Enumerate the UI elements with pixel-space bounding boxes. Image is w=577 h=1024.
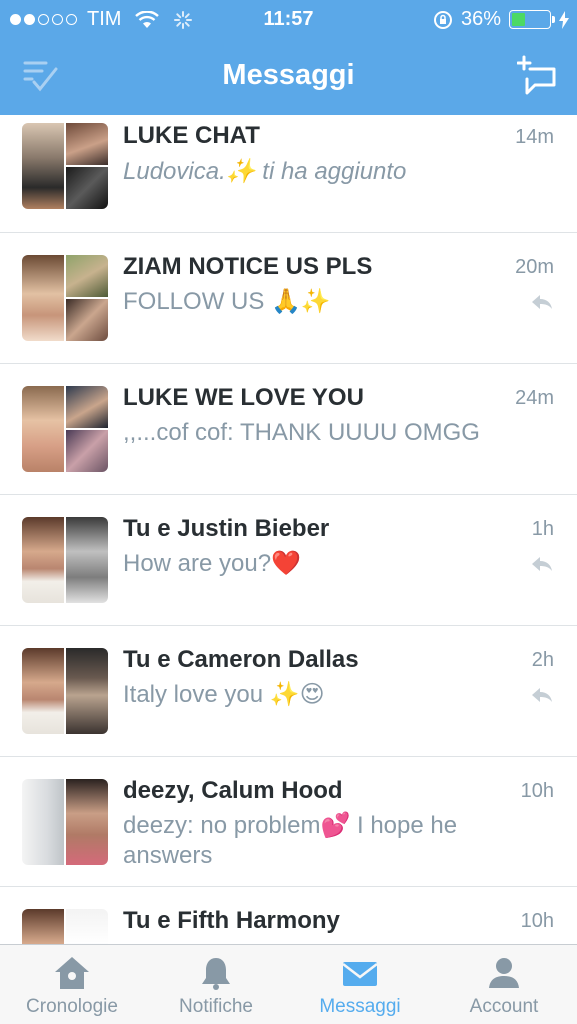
conversation-list[interactable]: LUKE CHAT 14m Ludovica.✨ ti ha aggiunto …	[0, 115, 577, 944]
envelope-icon	[342, 962, 378, 986]
conversation-time: 14m	[515, 126, 554, 148]
tab-account[interactable]: Account	[432, 945, 576, 1024]
tab-label: Cronologie	[26, 996, 118, 1017]
reply-icon	[532, 688, 552, 702]
user-avatars	[22, 779, 108, 865]
nav-bar: Messaggi	[0, 40, 577, 115]
bell-icon	[202, 958, 230, 990]
page-title: Messaggi	[222, 59, 355, 91]
status-right: 36%	[433, 8, 569, 31]
conversation-title: Tu e Justin Bieber	[123, 515, 330, 542]
header: TIM 11:57 36% Messaggi	[0, 0, 577, 115]
new-message-icon[interactable]	[517, 55, 557, 97]
conversation-title: ZIAM NOTICE US PLS	[123, 253, 373, 280]
conversation-title: LUKE WE LOVE YOU	[123, 384, 364, 411]
conversation-title: deezy, Calum Hood	[123, 777, 343, 804]
conversation-time: 24m	[515, 387, 554, 409]
home-icon	[55, 957, 89, 989]
conversation-row[interactable]: Tu e Fifth Harmony 10h	[0, 887, 577, 944]
tab-label: Messaggi	[319, 996, 401, 1017]
conversation-preview: How are you?❤️	[123, 550, 301, 577]
tab-messaggi[interactable]: Messaggi	[288, 945, 432, 1024]
group-avatar	[22, 123, 108, 209]
conversation-time: 1h	[531, 518, 554, 540]
conversation-time: 10h	[520, 910, 554, 932]
conversation-title: Tu e Cameron Dallas	[123, 646, 359, 673]
conversation-row[interactable]: LUKE WE LOVE YOU 24m ,,...cof cof: THANK…	[0, 364, 577, 495]
charging-bolt-icon	[559, 10, 569, 29]
tab-bar: Cronologie Notifiche Messaggi Account	[0, 944, 577, 1024]
tab-label: Notifiche	[179, 996, 253, 1017]
conversation-preview: deezy: no problem💕 I hope he answers	[123, 812, 458, 869]
user-avatars	[22, 648, 108, 734]
conversation-row[interactable]: Tu e Cameron Dallas 2h Italy love you ✨😍	[0, 626, 577, 757]
conversation-time: 20m	[515, 256, 554, 278]
conversation-preview: Italy love you ✨😍	[123, 681, 325, 708]
conversation-preview: FOLLOW US 🙏✨	[123, 288, 331, 315]
conversation-row[interactable]: ZIAM NOTICE US PLS 20m FOLLOW US 🙏✨	[0, 233, 577, 364]
group-avatar	[22, 255, 108, 341]
person-icon	[489, 958, 519, 988]
tab-cronologie[interactable]: Cronologie	[0, 945, 144, 1024]
conversation-time: 2h	[531, 649, 554, 671]
conversation-row[interactable]: Tu e Justin Bieber 1h How are you?❤️	[0, 495, 577, 626]
rotation-lock-icon	[433, 10, 452, 29]
conversation-title: Tu e Fifth Harmony	[123, 907, 340, 934]
reply-icon	[532, 295, 552, 309]
conversation-preview: Ludovica.✨ ti ha aggiunto	[123, 158, 407, 185]
conversation-row[interactable]: LUKE CHAT 14m Ludovica.✨ ti ha aggiunto	[0, 115, 577, 233]
group-avatar	[22, 386, 108, 472]
user-avatars	[22, 517, 108, 603]
battery-percent: 36%	[460, 8, 501, 30]
conversation-time: 10h	[520, 780, 554, 802]
tab-notifiche[interactable]: Notifiche	[144, 945, 288, 1024]
conversation-preview: ,,...cof cof: THANK UUUU OMGG	[123, 419, 480, 446]
battery-fill	[512, 13, 525, 26]
tab-label: Account	[469, 996, 539, 1017]
reply-icon	[532, 557, 552, 571]
user-avatars	[22, 909, 108, 944]
battery-icon	[509, 10, 555, 29]
conversation-title: LUKE CHAT	[123, 122, 260, 149]
conversation-row[interactable]: deezy, Calum Hood 10h deezy: no problem💕…	[0, 757, 577, 887]
status-bar: TIM 11:57 36%	[0, 0, 577, 40]
